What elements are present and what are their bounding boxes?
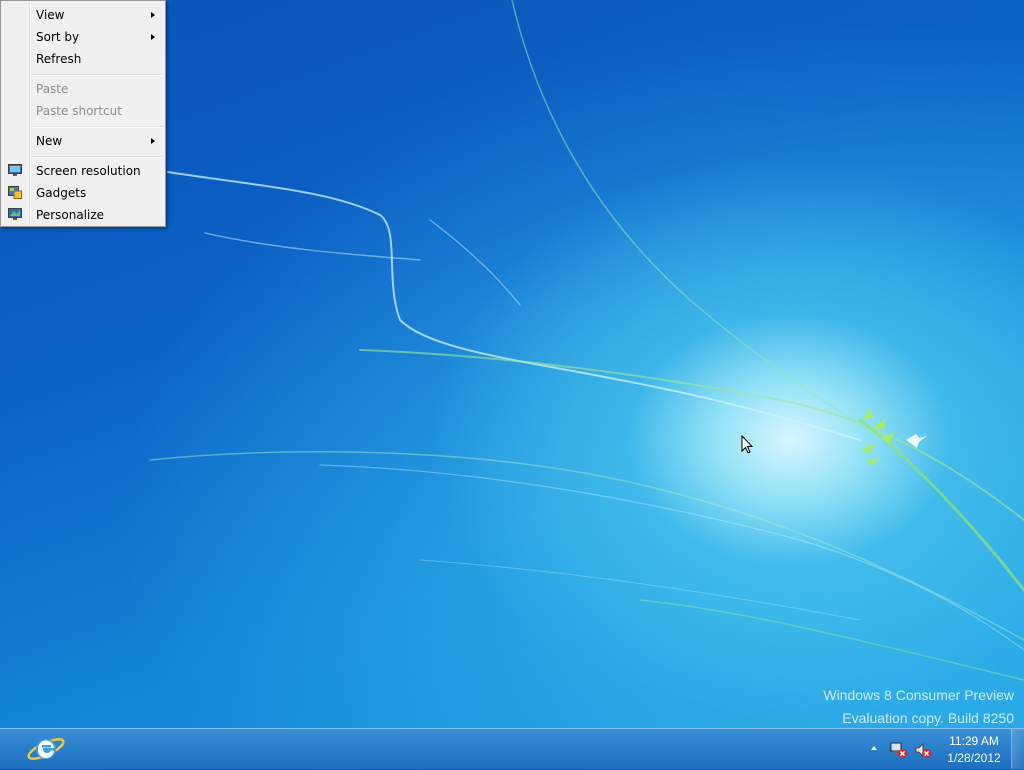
menu-separator [33, 126, 163, 128]
menu-item-gadgets[interactable]: Gadgets [3, 182, 163, 204]
menu-item-paste-shortcut[interactable]: Paste shortcut [3, 100, 163, 122]
menu-item-paste[interactable]: Paste [3, 78, 163, 100]
menu-item-new[interactable]: New [3, 130, 163, 152]
system-clock[interactable]: 11:29 AM 1/28/2012 [940, 733, 1008, 767]
menu-item-label: New [36, 134, 63, 148]
submenu-arrow-icon [151, 138, 155, 144]
menu-item-label: Paste shortcut [36, 104, 122, 118]
submenu-arrow-icon [151, 12, 155, 18]
menu-separator [33, 156, 163, 158]
evaluation-watermark: Windows 8 Consumer Preview Evaluation co… [823, 684, 1014, 730]
menu-item-label: Gadgets [36, 186, 87, 200]
mouse-cursor-icon [741, 435, 754, 454]
bird-logo [860, 408, 894, 466]
menu-item-screen-resolution[interactable]: Screen resolution [3, 160, 163, 182]
internet-explorer-icon [27, 738, 65, 760]
submenu-arrow-icon [151, 34, 155, 40]
menu-item-personalize[interactable]: Personalize [3, 204, 163, 226]
menu-item-label: Personalize [36, 208, 105, 222]
menu-item-label: Paste [36, 82, 69, 96]
menu-item-label: Screen resolution [36, 164, 141, 178]
menu-item-label: Sort by [36, 30, 80, 44]
menu-item-label: View [36, 8, 65, 22]
taskbar: 11:29 AM 1/28/2012 [0, 728, 1024, 769]
menu-item-sort-by[interactable]: Sort by [3, 26, 163, 48]
volume-muted-icon[interactable] [914, 741, 932, 759]
monitor-icon [8, 164, 22, 176]
menu-item-label: Refresh [36, 52, 82, 66]
personalize-icon [8, 208, 22, 220]
clock-time: 11:29 AM [949, 734, 999, 748]
menu-separator [33, 74, 163, 76]
clock-date: 1/28/2012 [947, 751, 1001, 765]
network-error-icon[interactable] [890, 741, 908, 759]
desktop-context-menu: View Sort by Refresh Paste Paste shortcu… [0, 0, 166, 227]
taskbar-internet-explorer-button[interactable] [24, 731, 68, 767]
show-desktop-button[interactable] [1011, 729, 1024, 769]
menu-item-refresh[interactable]: Refresh [3, 48, 163, 70]
watermark-line-1: Windows 8 Consumer Preview [823, 687, 1014, 703]
menu-item-view[interactable]: View [3, 4, 163, 26]
gadgets-icon [8, 186, 22, 199]
watermark-line-2: Evaluation copy. Build 8250 [842, 710, 1014, 726]
show-hidden-icons-arrow[interactable] [871, 746, 877, 750]
